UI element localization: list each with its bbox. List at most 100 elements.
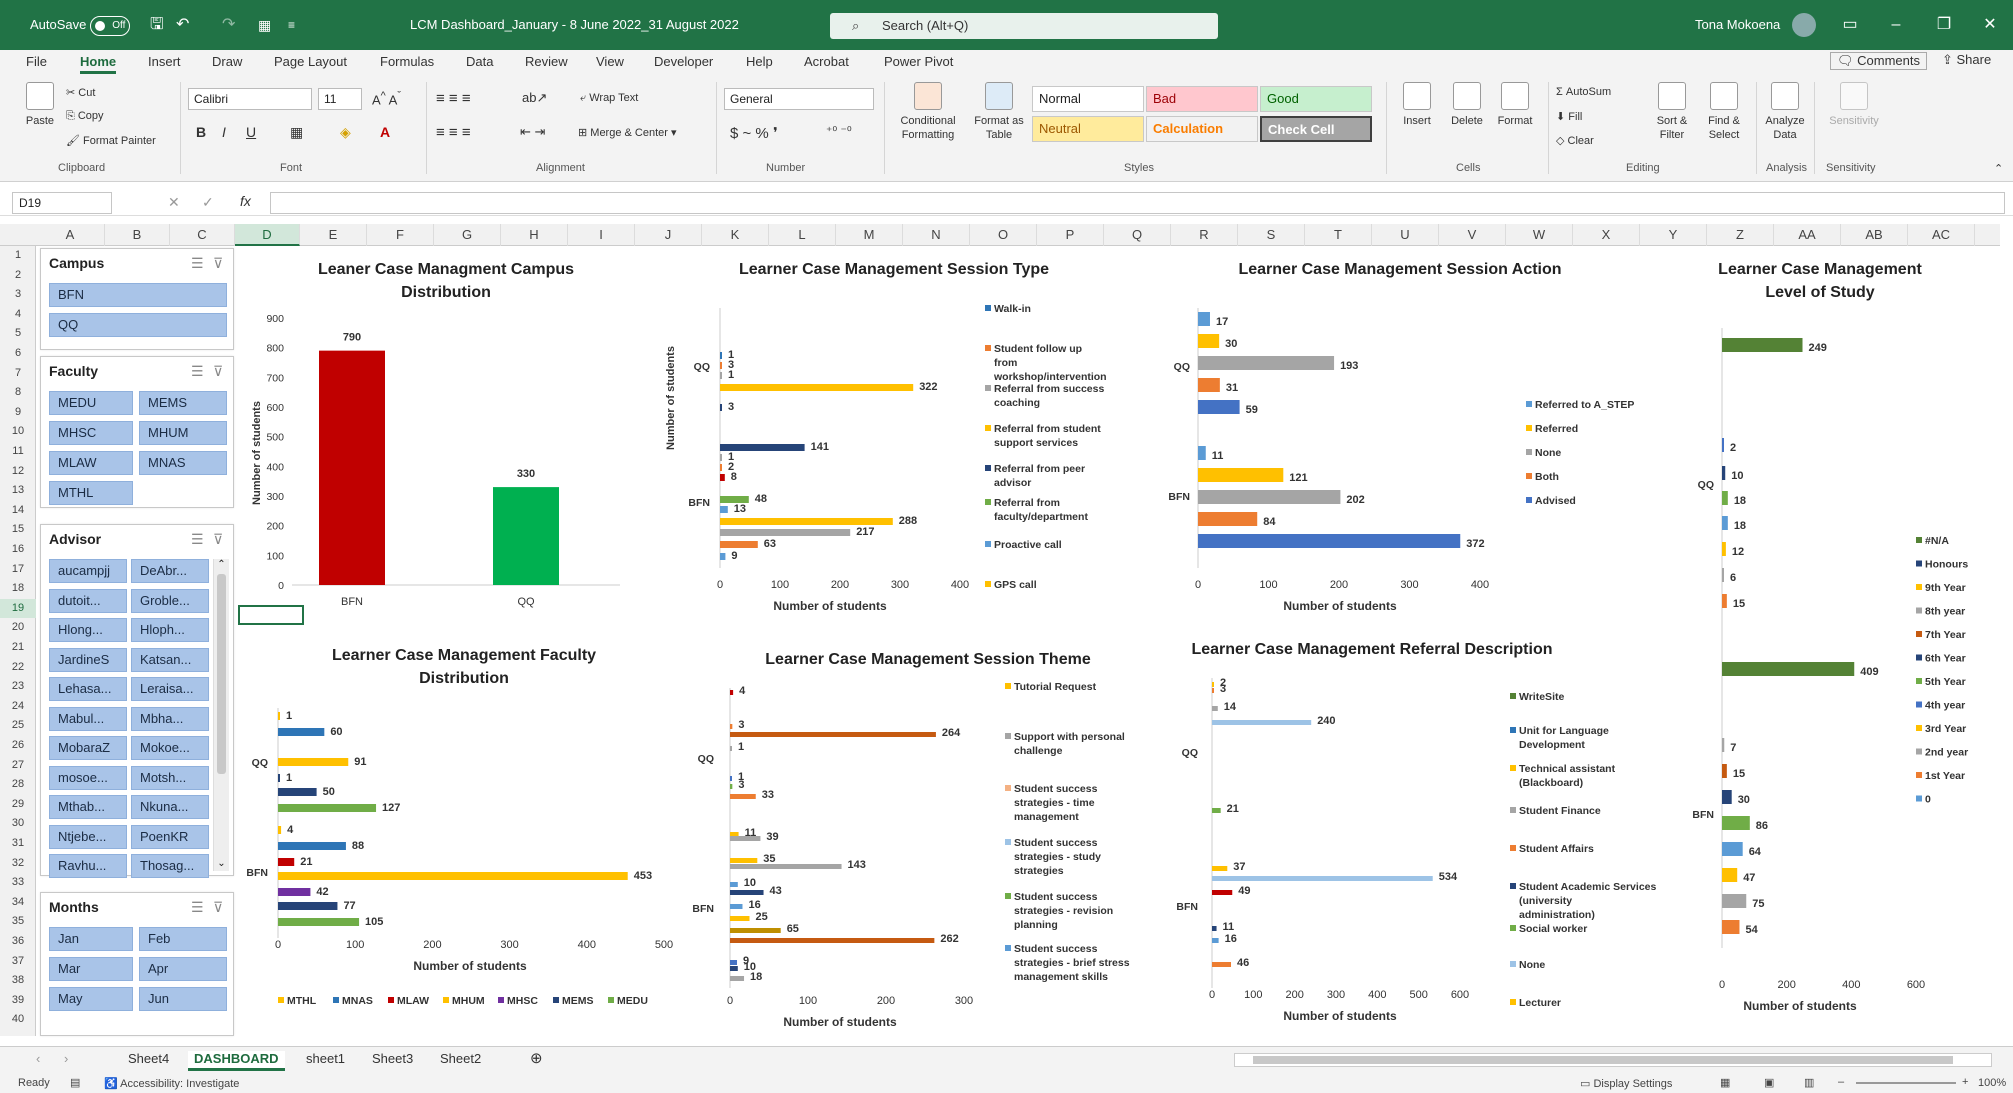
autosave-toggle[interactable]: AutoSave Off [30, 0, 134, 50]
row-header[interactable]: 39 [0, 991, 36, 1011]
clear-filter-icon[interactable]: ⊽ [213, 255, 223, 272]
zoom-in-icon[interactable]: + [1962, 1076, 1968, 1088]
number-format-select[interactable]: General [724, 88, 874, 110]
delete-cells-button[interactable]: Delete [1444, 82, 1490, 128]
column-header[interactable]: V [1439, 224, 1506, 246]
share-button[interactable]: ⇪ Share [1942, 52, 1991, 68]
row-header[interactable]: 36 [0, 932, 36, 952]
row-header[interactable]: 22 [0, 658, 36, 678]
column-header[interactable]: T [1305, 224, 1372, 246]
tab-acrobat[interactable]: Acrobat [804, 54, 849, 69]
tab-draw[interactable]: Draw [212, 54, 242, 69]
column-header[interactable]: L [769, 224, 836, 246]
sheet-tab[interactable]: Sheet2 [440, 1051, 481, 1066]
row-header[interactable]: 25 [0, 716, 36, 736]
macro-icon[interactable]: ▤ [70, 1076, 80, 1089]
column-header[interactable]: C [170, 224, 235, 246]
row-header[interactable]: 28 [0, 775, 36, 795]
column-header[interactable]: M [836, 224, 903, 246]
conditional-formatting-button[interactable]: Conditional Formatting [890, 82, 966, 142]
multi-select-icon[interactable]: ☰ [191, 899, 204, 916]
tab-home[interactable]: Home [80, 54, 117, 74]
scroll-up-icon[interactable]: ⌃ [214, 559, 229, 570]
row-header[interactable]: 8 [0, 383, 36, 403]
column-header[interactable]: Q [1104, 224, 1171, 246]
row-header[interactable]: 21 [0, 638, 36, 658]
tab-formulas[interactable]: Formulas [380, 54, 434, 69]
slicer-item[interactable]: MTHL [49, 481, 133, 505]
slicer-item[interactable]: mosoe... [49, 765, 127, 790]
slicer-item[interactable]: Lehasa... [49, 677, 127, 701]
slicer-item[interactable]: Hlong... [49, 618, 127, 642]
format-painter-button[interactable]: 🖌 Format Painter [66, 134, 156, 147]
row-header[interactable]: 26 [0, 736, 36, 756]
row-header[interactable]: 35 [0, 912, 36, 932]
collapse-ribbon-icon[interactable]: ⌃ [1994, 162, 2003, 175]
row-header[interactable]: 4 [0, 305, 36, 325]
align-left-icon[interactable]: ≡ ≡ ≡ [436, 124, 471, 141]
slicer-item[interactable]: Jun [139, 987, 227, 1011]
avatar[interactable] [1792, 13, 1816, 37]
slicer-item[interactable]: MEDU [49, 391, 133, 415]
row-header[interactable]: 6 [0, 344, 36, 364]
clear-button[interactable]: ◇ Clear [1556, 134, 1594, 147]
tab-help[interactable]: Help [746, 54, 773, 69]
column-header[interactable]: K [702, 224, 769, 246]
multi-select-icon[interactable]: ☰ [191, 363, 204, 380]
column-header[interactable]: R [1171, 224, 1238, 246]
style-good[interactable]: Good [1260, 86, 1372, 112]
tab-data[interactable]: Data [466, 54, 493, 69]
zoom-level[interactable]: 100% [1978, 1077, 2006, 1089]
tab-review[interactable]: Review [525, 54, 568, 69]
tab-view[interactable]: View [596, 54, 624, 69]
slicer-item[interactable]: Katsan... [131, 647, 209, 672]
slicer-item[interactable]: MHUM [139, 421, 227, 445]
slicer-item[interactable]: Hloph... [131, 618, 209, 642]
search-box[interactable]: ⌕ Search (Alt+Q) [830, 13, 1218, 39]
sheet-tab[interactable]: Sheet4 [128, 1051, 169, 1066]
fill-button[interactable]: ⬇ Fill [1556, 110, 1582, 123]
slicer-item[interactable]: Mabul... [49, 706, 127, 731]
slicer-item[interactable]: Feb [139, 927, 227, 951]
sheet-tab[interactable]: Sheet3 [372, 1051, 413, 1066]
slicer-item[interactable]: Apr [139, 957, 227, 981]
slicer-item[interactable]: Groble... [131, 588, 209, 613]
row-header[interactable]: 38 [0, 971, 36, 991]
tab-file[interactable]: File [26, 54, 47, 69]
wrap-text-button[interactable]: ⤶ Wrap Text [580, 92, 638, 105]
slicer-item[interactable]: Mbha... [131, 706, 209, 731]
format-cells-button[interactable]: Format [1492, 82, 1538, 128]
slicer-item[interactable]: JardineS [49, 647, 127, 672]
analyze-data-button[interactable]: Analyze Data [1762, 82, 1808, 142]
row-header[interactable]: 20 [0, 618, 36, 638]
column-header[interactable]: S [1238, 224, 1305, 246]
row-header[interactable]: 9 [0, 403, 36, 423]
next-sheet-icon[interactable]: › [64, 1051, 68, 1066]
row-header[interactable]: 1 [0, 246, 36, 266]
increase-font-icon[interactable]: A^ Aˇ [372, 90, 401, 107]
page-break-icon[interactable]: ▥ [1804, 1076, 1814, 1089]
column-header[interactable]: B [105, 224, 170, 246]
row-header[interactable]: 27 [0, 756, 36, 776]
accessibility-status[interactable]: ♿ Accessibility: Investigate [104, 1077, 239, 1090]
format-as-table-button[interactable]: Format as Table [968, 82, 1030, 142]
clear-filter-icon[interactable]: ⊽ [213, 899, 223, 916]
multi-select-icon[interactable]: ☰ [191, 255, 204, 272]
slicer-item[interactable]: Thosag... [131, 854, 209, 878]
column-header[interactable]: Y [1640, 224, 1707, 246]
zoom-out-icon[interactable]: – [1838, 1076, 1844, 1088]
column-header[interactable]: X [1573, 224, 1640, 246]
row-header[interactable]: 40 [0, 1010, 36, 1030]
style-bad[interactable]: Bad [1146, 86, 1258, 112]
user-name[interactable]: Tona Mokoena [1695, 0, 1780, 50]
row-header[interactable]: 7 [0, 364, 36, 384]
slicer-item[interactable]: MHSC [49, 421, 133, 445]
sort-filter-button[interactable]: Sort & Filter [1648, 82, 1696, 142]
row-header[interactable]: 31 [0, 834, 36, 854]
document-title[interactable]: LCM Dashboard_January - 8 June 2022_31 A… [410, 0, 739, 50]
scroll-down-icon[interactable]: ⌄ [214, 858, 229, 869]
column-header[interactable]: A [36, 224, 105, 246]
copy-button[interactable]: ⎘ Copy [66, 110, 104, 123]
indent-icon[interactable]: ⇤ ⇥ [520, 124, 545, 140]
row-header[interactable]: 2 [0, 266, 36, 286]
